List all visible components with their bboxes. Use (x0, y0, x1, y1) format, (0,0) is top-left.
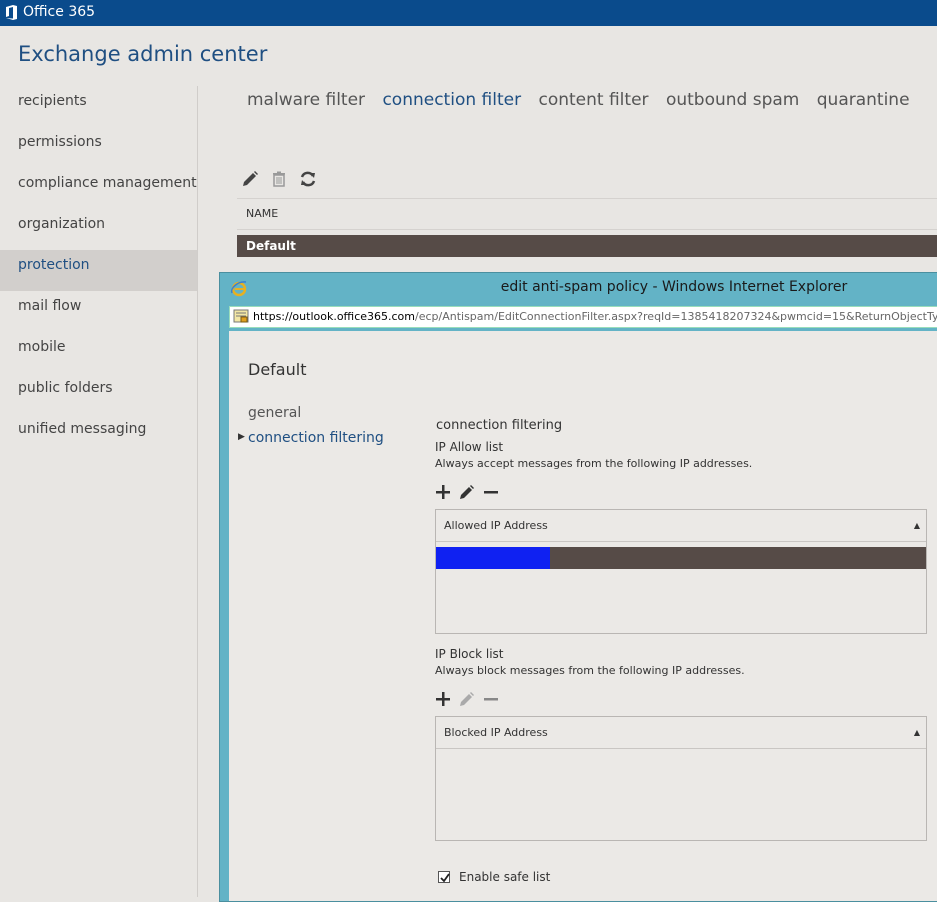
name-column-header[interactable]: NAME (246, 207, 278, 220)
dialog-nav-connection-filtering[interactable]: connection filtering (248, 430, 384, 446)
refresh-icon[interactable] (298, 169, 318, 189)
url-path: /ecp/Antispam/EditConnectionFilter.aspx?… (415, 310, 937, 323)
section-title: connection filtering (436, 418, 563, 433)
blocked-ip-grid: Blocked IP Address ▲ (435, 716, 927, 841)
table-row[interactable] (436, 547, 926, 569)
dialog-body: Default general ▶ connection filtering c… (229, 331, 937, 901)
blocked-ip-header-label: Blocked IP Address (444, 726, 548, 739)
caret-right-icon: ▶ (238, 432, 245, 442)
nav-item-compliance-management[interactable]: compliance management (0, 168, 197, 209)
enable-safe-list-label[interactable]: Enable safe list (459, 870, 550, 884)
tab-quarantine[interactable]: quarantine (817, 90, 910, 110)
edit-icon (460, 691, 474, 706)
allow-list-toolbar (434, 481, 506, 501)
nav-divider (197, 86, 198, 897)
remove-icon[interactable] (482, 483, 500, 501)
list-toolbar (240, 168, 322, 189)
window-title: edit anti-spam policy - Windows Internet… (500, 279, 848, 295)
edit-icon[interactable] (458, 483, 476, 501)
office365-brand[interactable]: Office 365 (23, 4, 95, 20)
ip-block-list-description: Always block messages from the following… (435, 664, 745, 677)
allowed-ip-header-label: Allowed IP Address (444, 519, 548, 532)
protection-tabs: malware filter connection filter content… (247, 90, 922, 110)
tab-connection-filter[interactable]: connection filter (382, 90, 521, 110)
list-top-rule (237, 198, 937, 199)
block-list-toolbar (434, 688, 506, 708)
checkmark-icon (440, 873, 450, 883)
ip-allow-list-description: Always accept messages from the followin… (435, 457, 753, 470)
tab-content-filter[interactable]: content filter (538, 90, 648, 110)
list-header-rule (237, 229, 937, 230)
nav-item-mobile[interactable]: mobile (0, 332, 197, 373)
row-name: Default (246, 239, 296, 253)
sort-ascending-icon[interactable]: ▲ (914, 717, 920, 748)
nav-item-recipients[interactable]: recipients (0, 86, 197, 127)
ip-block-list-label: IP Block list (435, 647, 504, 661)
delete-icon[interactable] (269, 169, 289, 189)
dialog-nav-general[interactable]: general (248, 405, 301, 421)
office-logo-icon (6, 5, 17, 20)
office365-top-bar: Office 365 (0, 0, 937, 26)
table-row[interactable]: Default (237, 235, 937, 257)
allowed-ip-column-header[interactable]: Allowed IP Address ▲ (436, 510, 926, 542)
tab-malware-filter[interactable]: malware filter (247, 90, 365, 110)
remove-icon (484, 697, 498, 700)
nav-item-public-folders[interactable]: public folders (0, 373, 197, 414)
add-icon[interactable] (434, 483, 452, 501)
redacted-ip-address (436, 547, 550, 569)
sort-ascending-icon[interactable]: ▲ (914, 510, 920, 541)
edit-policy-window: edit anti-spam policy - Windows Internet… (219, 272, 937, 902)
address-bar[interactable]: https://outlook.office365.com/ecp/Antisp… (229, 306, 937, 328)
add-icon[interactable] (434, 690, 452, 708)
blocked-ip-column-header[interactable]: Blocked IP Address ▲ (436, 717, 926, 749)
nav-item-mail-flow[interactable]: mail flow (0, 291, 197, 332)
nav-item-permissions[interactable]: permissions (0, 127, 197, 168)
left-nav: recipients permissions compliance manage… (0, 86, 197, 455)
edit-icon[interactable] (240, 169, 260, 189)
page-title: Exchange admin center (18, 42, 268, 66)
url-scheme: https://outlook. (253, 310, 337, 323)
nav-item-unified-messaging[interactable]: unified messaging (0, 414, 197, 455)
ip-allow-list-label: IP Allow list (435, 440, 504, 454)
enable-safe-list-checkbox[interactable] (438, 871, 450, 883)
page-icon (233, 309, 249, 323)
nav-item-organization[interactable]: organization (0, 209, 197, 250)
allowed-ip-grid: Allowed IP Address ▲ (435, 509, 927, 634)
tab-outbound-spam[interactable]: outbound spam (666, 90, 799, 110)
nav-item-protection[interactable]: protection (0, 250, 197, 291)
dialog-title: Default (248, 360, 307, 379)
url-host: office365.com (336, 310, 415, 323)
